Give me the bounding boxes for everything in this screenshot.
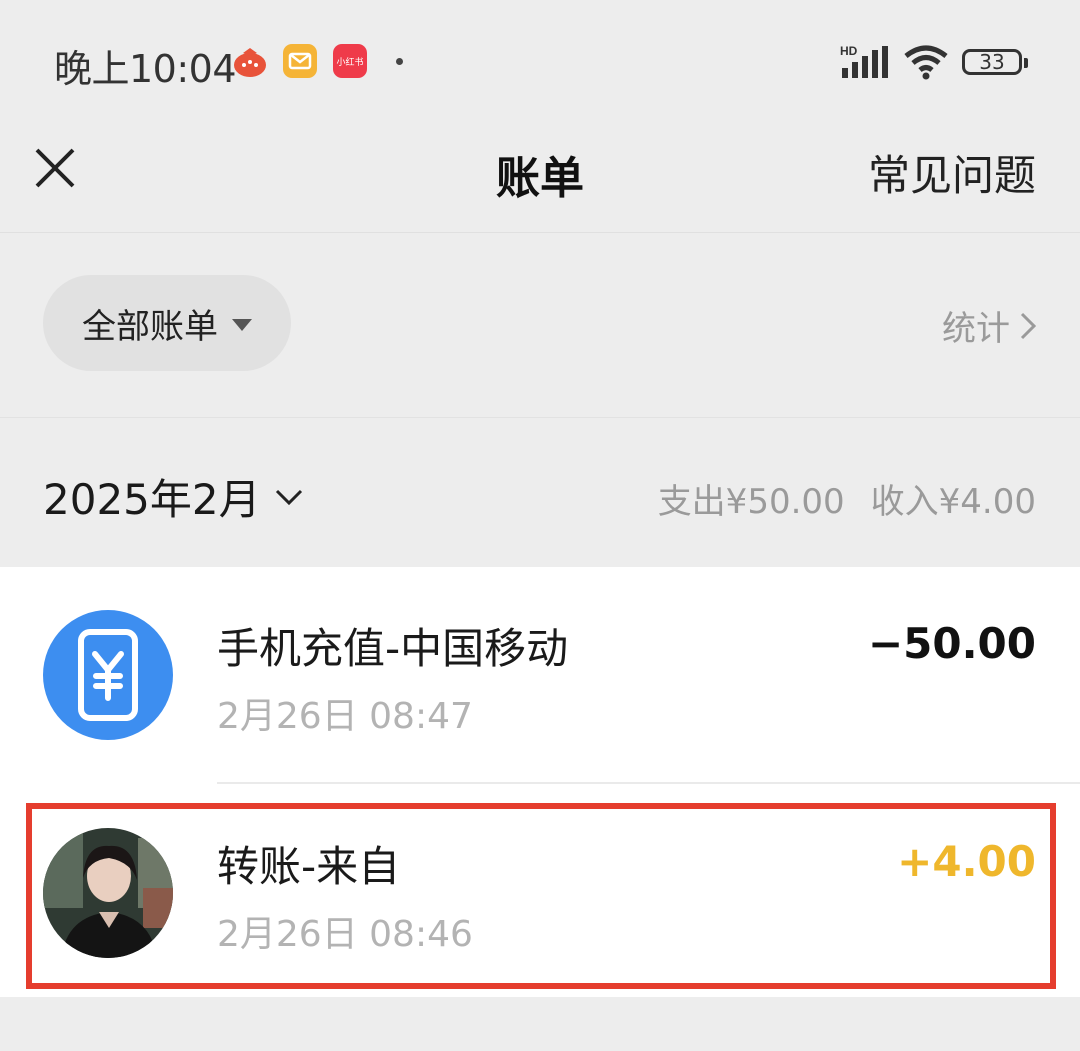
faq-link[interactable]: 常见问题 bbox=[868, 142, 1036, 203]
caret-down-icon bbox=[232, 319, 252, 331]
filter-row: 全部账单 统计 bbox=[0, 233, 1080, 418]
status-time: 晚上10:04 bbox=[54, 47, 237, 91]
transaction-amount: −50.00 bbox=[867, 619, 1036, 668]
month-income: 收入¥4.00 bbox=[870, 482, 1036, 522]
chevron-down-icon bbox=[275, 489, 302, 505]
chevron-right-icon bbox=[1020, 312, 1036, 339]
month-selector[interactable]: 2025年2月 bbox=[43, 466, 303, 527]
transaction-item[interactable]: 转账-来自 2月26日 08:46 +4.00 bbox=[0, 785, 1080, 1000]
transaction-title: 转账-来自 bbox=[217, 842, 401, 891]
transaction-item[interactable]: 手机充值-中国移动 2月26日 08:47 −50.00 bbox=[0, 567, 1080, 784]
more-notifications-dot bbox=[396, 58, 403, 65]
stats-link[interactable]: 统计 bbox=[942, 301, 1036, 350]
system-icons: HD 33 bbox=[840, 44, 1028, 80]
month-summary: 支出¥50.00 收入¥4.00 bbox=[658, 474, 1036, 523]
month-header: 2025年2月 支出¥50.00 收入¥4.00 bbox=[0, 418, 1080, 566]
divider bbox=[217, 782, 1080, 784]
nav-bar: 账单 常见问题 bbox=[0, 120, 1080, 233]
transaction-list: 手机充值-中国移动 2月26日 08:47 −50.00 转账-来自 2月26日… bbox=[0, 567, 1080, 997]
transaction-time: 2月26日 08:47 bbox=[217, 696, 473, 737]
transaction-amount: +4.00 bbox=[897, 837, 1036, 886]
transaction-title: 手机充值-中国移动 bbox=[217, 624, 569, 673]
transaction-time: 2月26日 08:46 bbox=[217, 914, 473, 955]
cellular-signal-icon: HD bbox=[840, 44, 888, 78]
phone-yuan-icon bbox=[43, 610, 173, 740]
tomato-app-icon bbox=[233, 44, 267, 78]
network-type-label: HD bbox=[840, 44, 858, 58]
xiaohongshu-app-icon: 小红书 bbox=[333, 44, 367, 78]
month-expense: 支出¥50.00 bbox=[657, 482, 845, 522]
battery-indicator: 33 bbox=[962, 49, 1028, 75]
xiaohongshu-icon-label: 小红书 bbox=[336, 57, 364, 68]
bill-type-filter[interactable]: 全部账单 bbox=[43, 275, 291, 371]
month-label: 2025年2月 bbox=[43, 475, 261, 524]
stats-link-label: 统计 bbox=[942, 309, 1010, 349]
avatar bbox=[43, 828, 173, 958]
status-bar: 晚上10:04 小红书 HD 33 bbox=[0, 0, 1080, 120]
bill-type-filter-label: 全部账单 bbox=[82, 306, 218, 347]
wifi-icon bbox=[904, 45, 948, 80]
mail-app-icon bbox=[283, 44, 317, 78]
